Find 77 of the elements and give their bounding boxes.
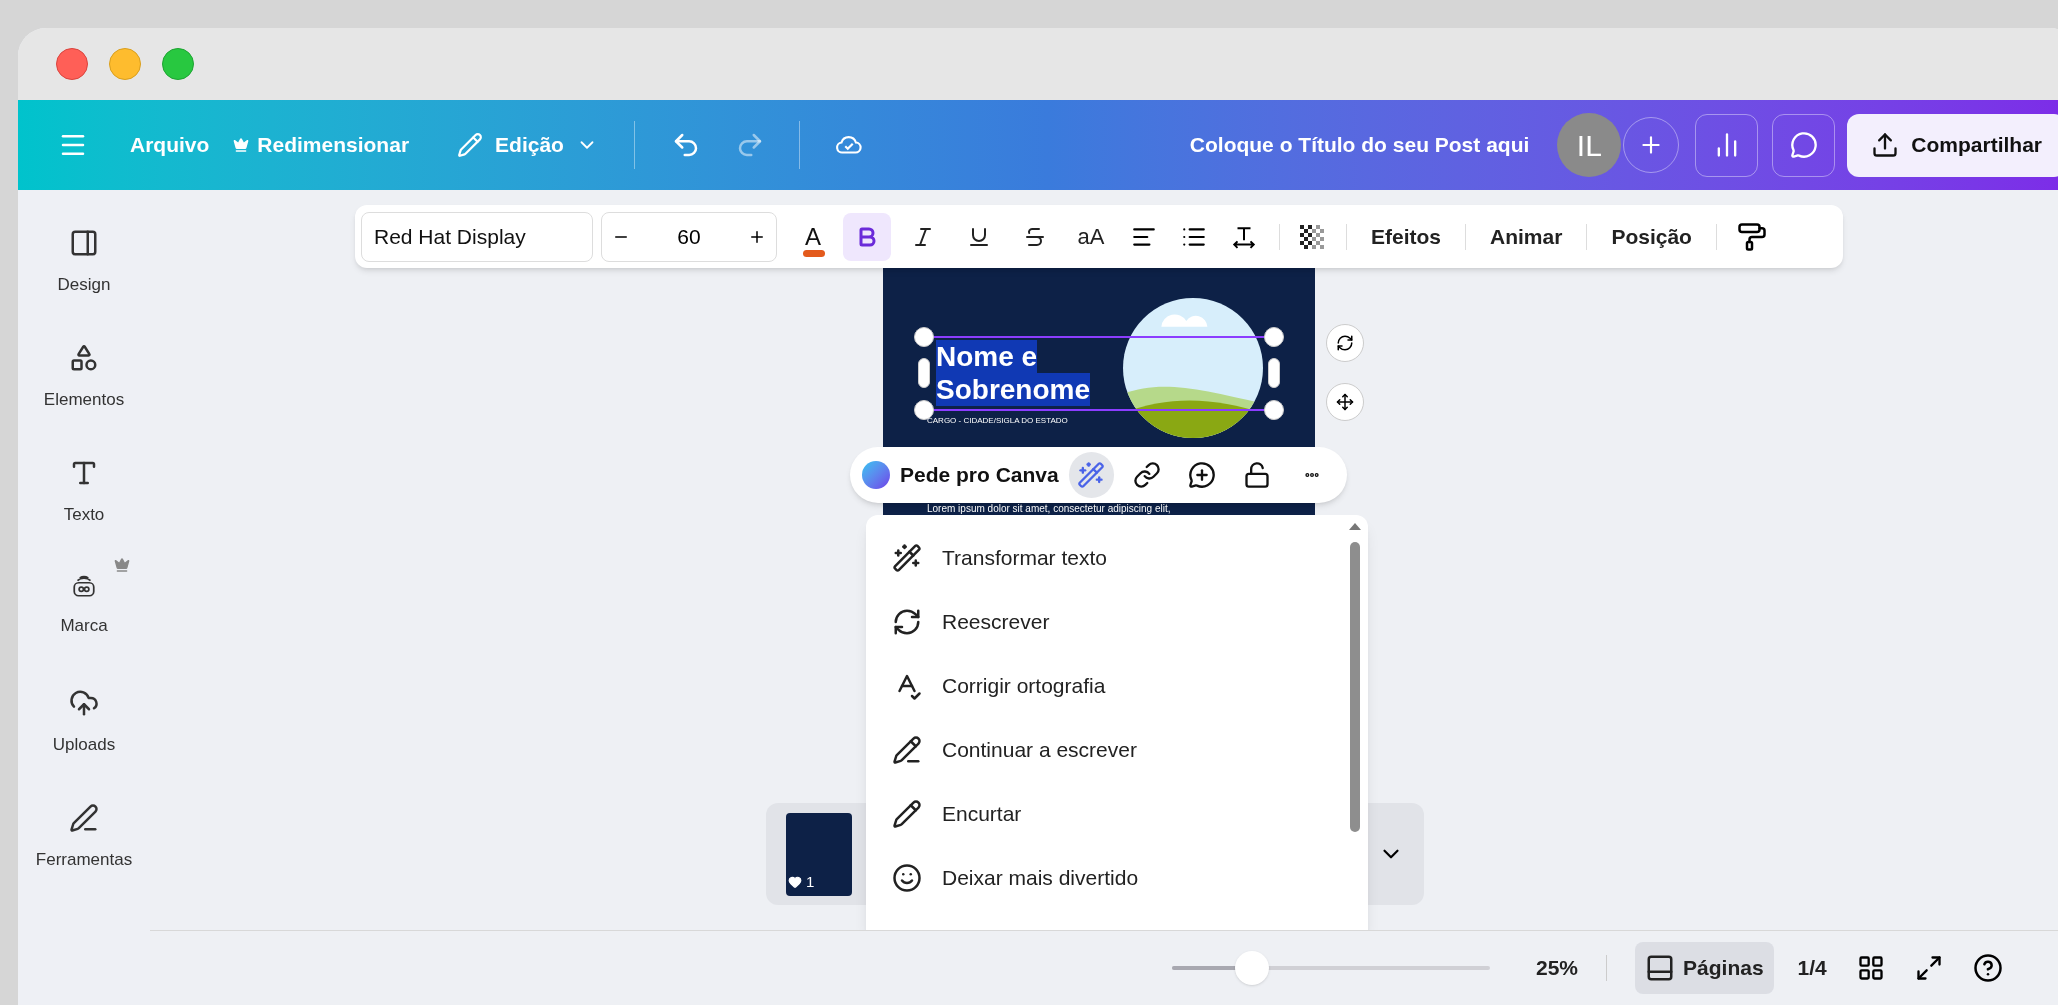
toolbar-action-button[interactable]: Posição [1603, 220, 1700, 253]
link-icon [1132, 461, 1161, 489]
side-handle[interactable] [918, 358, 930, 388]
magic-icon [1077, 461, 1106, 489]
subtitle-text: CARGO - CIDADE/SIGLA DO ESTADO [927, 415, 1068, 427]
side-handle[interactable] [1268, 358, 1280, 388]
menu-item[interactable]: Reescrever [892, 601, 1348, 643]
shorten-icon [892, 799, 922, 829]
design-icon [69, 228, 99, 258]
text-color-button[interactable]: A [791, 214, 835, 259]
scroll-thumb[interactable] [1350, 542, 1360, 832]
scroll-up-icon[interactable] [1349, 523, 1361, 530]
magic-button[interactable] [1068, 452, 1114, 498]
menu-item[interactable]: Encurtar [892, 793, 1348, 835]
tools-icon [69, 803, 99, 833]
letter-case-button[interactable]: aA [1067, 212, 1115, 261]
comments-button[interactable] [1772, 113, 1836, 177]
sidebar-item[interactable]: Uploads [20, 688, 148, 773]
page-count: 1 [788, 871, 815, 894]
insights-button[interactable] [1695, 113, 1759, 177]
sidebar-item[interactable]: Ferramentas [20, 803, 148, 888]
transform-icon [892, 543, 922, 573]
resize-handle[interactable] [1264, 327, 1284, 347]
crown-icon [233, 137, 250, 153]
font-dropdown[interactable]: Red Hat Display [361, 211, 593, 262]
transparency-icon[interactable] [1300, 224, 1324, 249]
help-icon[interactable] [1972, 953, 2003, 983]
uploads-icon [69, 688, 99, 718]
menu-item[interactable]: Transformar texto [892, 537, 1348, 579]
bold-button[interactable] [843, 212, 891, 261]
name-text[interactable]: Nome e [936, 340, 1038, 373]
brand-icon [71, 573, 97, 599]
move-button[interactable] [1326, 383, 1364, 421]
move-icon [1336, 393, 1354, 411]
close-window-button[interactable] [56, 48, 88, 80]
font-size-input[interactable]: 60 [677, 220, 701, 253]
fun-icon [892, 863, 922, 893]
sidebar-item[interactable]: Elementos [20, 343, 148, 428]
paint-roller-icon[interactable] [1736, 221, 1767, 252]
share-button[interactable]: Compartilhar [1847, 113, 2058, 177]
comment-icon [1187, 461, 1216, 489]
document-title[interactable]: Coloque o Título do seu Post aqui [1189, 129, 1530, 161]
grid-view-icon[interactable] [1856, 954, 1885, 982]
rotate-button[interactable] [1326, 324, 1364, 362]
pencil-icon [457, 132, 484, 158]
toolbar-action-button[interactable]: Efeitos [1363, 220, 1449, 253]
sidebar-item[interactable]: Design [20, 228, 148, 313]
pages-icon [1645, 953, 1676, 983]
resize-handle[interactable] [914, 400, 934, 420]
rotate-icon [1336, 334, 1354, 352]
menu-item[interactable]: Deixar mais divertido [892, 857, 1348, 899]
zoom-slider-thumb[interactable] [1234, 951, 1269, 985]
continue-icon [892, 735, 922, 765]
zoom-percentage[interactable]: 25% [1536, 952, 1579, 984]
ask-canva-button[interactable]: Pede pro Canva [862, 459, 1059, 491]
rewrite-icon [892, 607, 922, 637]
elements-icon [69, 343, 99, 373]
page-thumbnail[interactable]: 1 [786, 812, 852, 896]
fullscreen-icon[interactable] [1914, 954, 1943, 982]
lock-icon [1243, 461, 1272, 489]
menu-item[interactable]: Corrigir ortografia [892, 665, 1348, 707]
toolbar-action-button[interactable]: Animar [1482, 220, 1571, 253]
color-swatch [803, 249, 825, 257]
pages-button[interactable]: Páginas [1635, 942, 1774, 994]
sidebar-item[interactable]: Texto [20, 458, 148, 543]
body-text: Lorem ipsum dolor sit amet, consectetur adipiscing elit, [927, 504, 1171, 514]
resize-handle[interactable] [1264, 400, 1284, 420]
page-indicator[interactable]: 1/4 [1797, 952, 1827, 984]
name-text[interactable]: Sobrenome [936, 373, 1091, 406]
share-icon [1871, 131, 1900, 159]
resize-handle[interactable] [914, 327, 934, 347]
assistant-logo-icon [862, 461, 890, 489]
heart-icon [788, 875, 802, 890]
zoom-slider[interactable] [1172, 951, 1490, 985]
sidebar-item[interactable]: Marca [20, 573, 148, 658]
comment-icon [1789, 131, 1818, 159]
menu-item[interactable]: Continuar a escrever [892, 729, 1348, 771]
